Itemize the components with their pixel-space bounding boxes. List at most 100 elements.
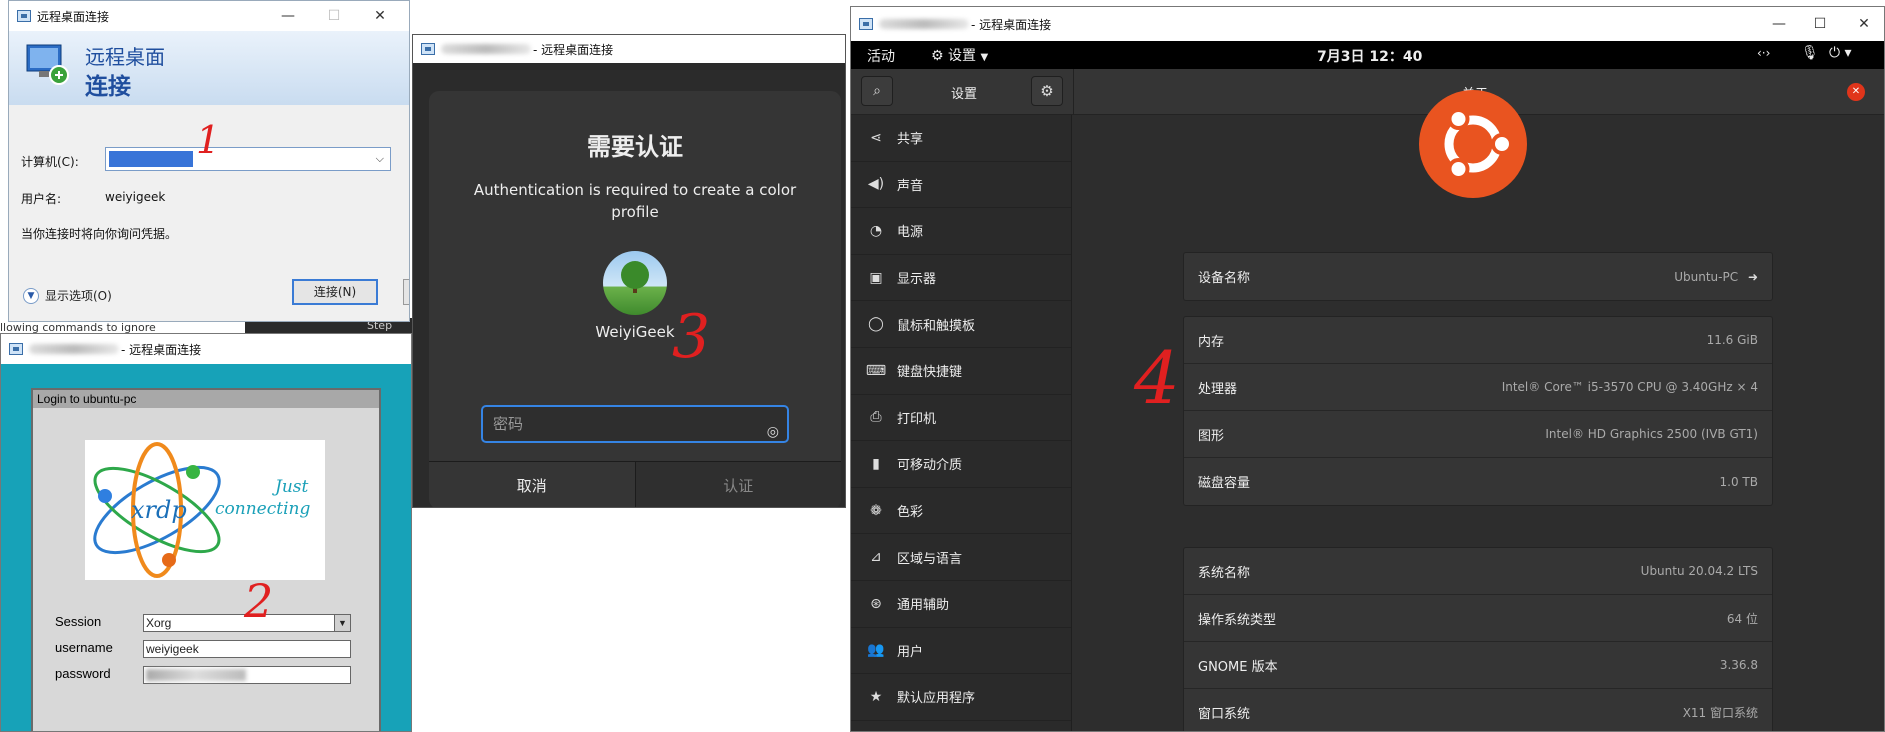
username-label: username (55, 640, 113, 655)
maximize-button[interactable]: ☐ (1797, 7, 1843, 41)
hardware-group: 内存 11.6 GiB 处理器 Intel® Core™ i5-3570 CPU @… (1183, 316, 1773, 506)
caret-down-icon: ▼ (980, 52, 989, 63)
memory-row: 内存 11.6 GiB (1184, 317, 1772, 364)
app-menu-label: 设置 (948, 48, 977, 64)
usb-icon: ▮ (872, 455, 880, 472)
ubuntu-remote-window: - 远程桌面连接 — ☐ ✕ 活动 ⚙ 设置 ▼ 7月3日 12：40 ‹·› … (850, 6, 1885, 732)
window-system-value: X11 窗口系统 (1682, 706, 1758, 720)
authenticate-button[interactable]: 认证 (635, 462, 841, 507)
star-icon: ★ (869, 688, 883, 705)
maximize-button[interactable]: ☐ (311, 1, 357, 31)
window-title: - 远程桌面连接 (533, 42, 614, 57)
header-divider (1073, 69, 1074, 115)
dropdown-arrow-icon[interactable]: ▼ (334, 615, 350, 631)
rdp-app-icon (859, 18, 873, 30)
close-panel-icon[interactable]: ✕ (1847, 83, 1865, 101)
sidebar-item-label: 色彩 (897, 505, 924, 521)
password-input[interactable]: 密码 ◎ (481, 405, 789, 443)
annotation-4: 4 (1134, 336, 1180, 420)
annotation-1: 1 (196, 118, 221, 162)
sidebar-item-label: 用户 (897, 644, 924, 660)
sidebar-item-label: 打印机 (897, 411, 937, 427)
cancel-button[interactable]: 取消 (429, 462, 636, 507)
sidebar-item-sound[interactable]: ◀) 声音 (851, 162, 1071, 209)
arrow-right-icon[interactable]: ➜ (1748, 270, 1758, 284)
username-input[interactable]: weiyigeek (143, 640, 351, 658)
device-name-row[interactable]: 设备名称 Ubuntu-PC ➜ (1184, 253, 1772, 300)
password-label: password (55, 666, 111, 681)
help-button-partial[interactable] (403, 279, 409, 305)
gear-icon[interactable]: ⚙ (1031, 76, 1063, 106)
sidebar-item-keyboard[interactable]: ⌨ 键盘快捷键 (851, 348, 1071, 395)
settings-app-menu[interactable]: ⚙ 设置 ▼ (931, 45, 988, 65)
sidebar-item-label: 电源 (897, 225, 924, 241)
sidebar-item-power[interactable]: ◔ 电源 (851, 208, 1071, 255)
auth-remote-window: - 远程桌面连接 需要认证 Authentication is required… (412, 34, 846, 508)
dialog-title: Login to ubuntu-pc (33, 390, 379, 408)
logo-just: Just (272, 477, 308, 497)
session-value: Xorg (146, 616, 172, 630)
sidebar-item-share[interactable]: ⋖ 共享 (851, 115, 1071, 162)
password-input[interactable] (143, 666, 351, 684)
os-type-value: 64 位 (1726, 611, 1758, 626)
device-name-group: 设备名称 Ubuntu-PC ➜ (1183, 252, 1773, 301)
rdp-app-icon (421, 43, 435, 55)
sidebar-item-label: 默认应用程序 (897, 691, 976, 707)
sidebar-item-accessibility[interactable]: ⊛ 通用辅助 (851, 581, 1071, 628)
microphone-icon[interactable]: 🎙 (1801, 45, 1819, 61)
clock[interactable]: 7月3日 12：40 (1317, 46, 1422, 66)
power-icon[interactable]: ⏻ ▾ (1829, 45, 1852, 61)
share-icon: ⋖ (870, 129, 882, 146)
sidebar-item-region[interactable]: ⊿ 区域与语言 (851, 534, 1071, 581)
sidebar-item-removable-media[interactable]: ▮ 可移动介质 (851, 441, 1071, 488)
close-button[interactable]: ✕ (1841, 7, 1884, 41)
computer-value-selected (109, 151, 193, 167)
xrdp-login-dialog: Login to ubuntu-pc xrdp Just connecting … (31, 388, 381, 731)
chevron-down-icon[interactable]: ⌵ (376, 152, 384, 166)
auth-user-name: WeiyiGeek (595, 323, 675, 341)
title-bar: - 远程桌面连接 — ☐ ✕ (851, 7, 1884, 41)
sidebar-item-label: 声音 (897, 178, 924, 194)
gnome-top-bar: 活动 ⚙ 设置 ▼ 7月3日 12：40 ‹·› 🎙 ⏻ ▾ (851, 41, 1884, 69)
sidebar-item-mouse[interactable]: ◯ 鼠标和触摸板 (851, 301, 1071, 348)
accessibility-icon: ⊛ (870, 595, 882, 612)
sidebar-item-display[interactable]: ▣ 显示器 (851, 255, 1071, 302)
authentication-dialog: 需要认证 Authentication is required to creat… (429, 91, 841, 507)
chevron-down-icon: ▼ (23, 287, 39, 304)
network-icon[interactable]: ‹·› (1757, 46, 1770, 60)
os-name-row: 系统名称 Ubuntu 20.04.2 LTS (1184, 548, 1772, 595)
about-panel: 设备名称 Ubuntu-PC ➜ 内存 11.6 GiB 处理器 Intel® Co… (1073, 90, 1884, 731)
graphics-label: 图形 (1198, 428, 1225, 444)
sidebar-item-color[interactable]: ❁ 色彩 (851, 488, 1071, 535)
gnome-version-label: GNOME 版本 (1198, 659, 1278, 675)
hide-password-icon[interactable]: ◎ (767, 415, 779, 449)
logo-connecting: connecting (215, 499, 310, 519)
close-button[interactable]: ✕ (357, 1, 403, 31)
display-icon: ▣ (869, 269, 883, 286)
annotation-2: 2 (244, 574, 274, 628)
search-icon[interactable]: ⌕ (861, 76, 893, 106)
username-value: weiyigeek (146, 642, 199, 656)
computer-combobox[interactable]: ⌵ (105, 147, 391, 171)
activities-button[interactable]: 活动 (867, 46, 895, 66)
settings-sidebar: ⋖ 共享 ◀) 声音 ◔ 电源 ▣ 显示器 ◯ 鼠标和触摸板 ⌨ 键盘快捷键 ⎙ 打印机 ▮ 可… (851, 115, 1072, 731)
os-name-label: 系统名称 (1198, 565, 1251, 581)
sidebar-item-printers[interactable]: ⎙ 打印机 (851, 395, 1071, 442)
sidebar-item-default-apps[interactable]: ★ 默认应用程序 (851, 674, 1071, 721)
software-group: 系统名称 Ubuntu 20.04.2 LTS 操作系统类型 64 位 GNOME … (1183, 547, 1773, 731)
processor-row: 处理器 Intel® Core™ i5-3570 CPU @ 3.40GHz × … (1184, 364, 1772, 411)
session-label: Session (55, 614, 102, 629)
minimize-button[interactable]: — (1756, 7, 1802, 41)
disk-label: 磁盘容量 (1198, 476, 1251, 491)
settings-header-bar: ⌕ 设置 ⚙ 关于 ✕ (851, 69, 1884, 115)
connect-button[interactable]: 连接(N) (292, 279, 378, 305)
sidebar-title: 设置 (951, 87, 978, 102)
window-title: - 远程桌面连接 (121, 342, 202, 357)
rdp-app-icon (9, 343, 23, 355)
minimize-button[interactable]: — (265, 1, 311, 31)
show-options-toggle[interactable]: ▼ 显示选项(O) (23, 287, 112, 304)
users-icon: 👥 (867, 642, 885, 659)
user-avatar (603, 251, 667, 315)
tree-avatar-icon (621, 261, 649, 293)
sidebar-item-users[interactable]: 👥 用户 (851, 628, 1071, 675)
